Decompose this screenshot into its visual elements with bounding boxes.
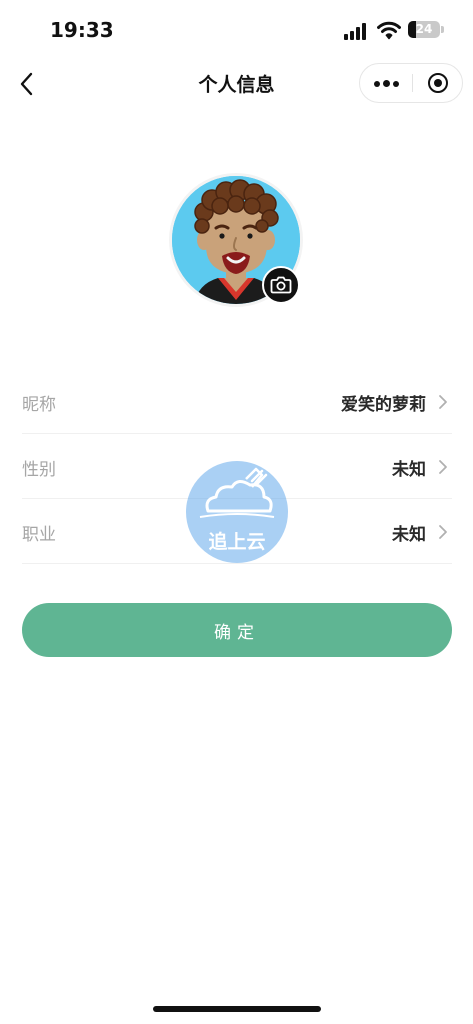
watermark-badge: 追上云 xyxy=(186,461,288,563)
target-dot xyxy=(434,79,442,87)
chevron-right-icon xyxy=(439,395,447,409)
battery-percent: 24 xyxy=(415,22,433,36)
signal-icon xyxy=(344,22,370,40)
battery-icon: 24 xyxy=(408,21,440,38)
battery-tip xyxy=(441,26,444,33)
mini-program-capsule xyxy=(359,63,463,103)
cloud-hand-icon xyxy=(199,467,275,518)
more-dots-icon xyxy=(374,81,380,87)
gender-value: 未知 xyxy=(392,460,426,480)
nickname-value: 爱笑的萝莉 xyxy=(341,395,426,415)
more-dot xyxy=(383,80,390,87)
status-time: 19:33 xyxy=(50,18,114,42)
home-indicator xyxy=(153,1006,321,1012)
more-button[interactable] xyxy=(360,64,412,102)
more-dot xyxy=(393,81,399,87)
nickname-label: 昵称 xyxy=(22,395,56,415)
camera-icon xyxy=(270,276,292,294)
confirm-button[interactable]: 确定 xyxy=(22,603,452,657)
camera-button[interactable] xyxy=(262,266,300,304)
close-button[interactable] xyxy=(413,64,463,102)
avatar-upload[interactable] xyxy=(172,176,302,306)
gender-label: 性别 xyxy=(22,460,56,480)
chevron-right-icon xyxy=(439,460,447,474)
status-bar: 19:33 24 xyxy=(0,0,473,58)
watermark-text: 追上云 xyxy=(208,531,266,553)
occupation-label: 职业 xyxy=(22,525,56,545)
row-nickname[interactable]: 昵称 爱笑的萝莉 xyxy=(22,370,452,434)
chevron-right-icon xyxy=(439,525,447,539)
occupation-value: 未知 xyxy=(392,525,426,545)
wifi-icon xyxy=(377,21,401,40)
